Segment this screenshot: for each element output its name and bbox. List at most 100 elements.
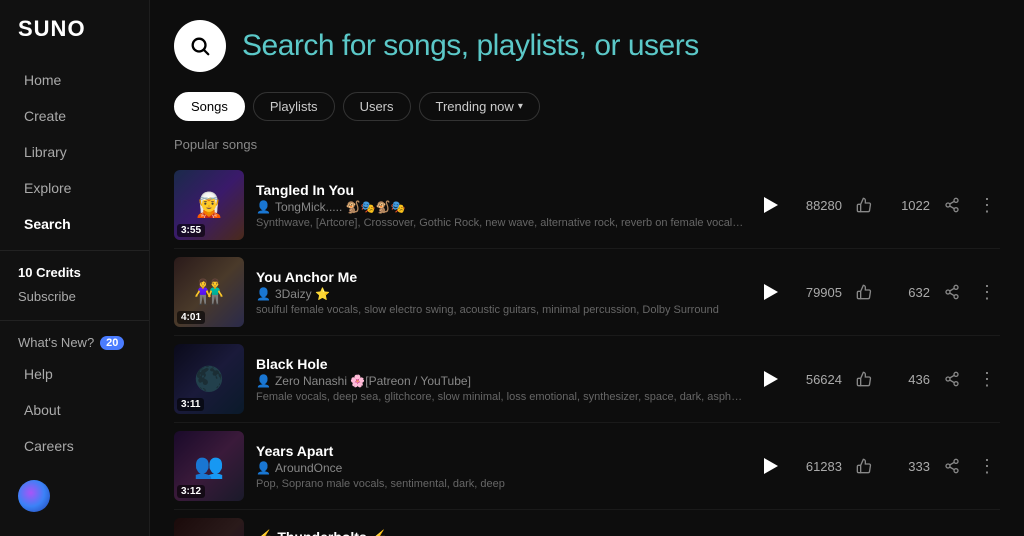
song-artist-4: 👤 AroundOnce: [256, 461, 744, 475]
song-duration-2: 4:01: [177, 311, 205, 324]
credits-divider: [0, 320, 149, 321]
like-button-2[interactable]: [856, 284, 872, 300]
search-icon-circle[interactable]: [174, 20, 226, 72]
section-label: Popular songs: [174, 137, 1000, 152]
song-tags-2: soulful female vocals, slow electro swin…: [256, 304, 744, 316]
like-button-3[interactable]: [856, 371, 872, 387]
whatsnew-badge: 20: [100, 336, 124, 350]
nav-divider: [0, 250, 149, 251]
like-count-1: 1022: [886, 198, 930, 213]
song-list: 🧝 3:55 Tangled In You 👤 TongMick..... 🐒🎭…: [174, 162, 1000, 536]
play-triangle-2: [764, 284, 778, 300]
like-count-3: 436: [886, 372, 930, 387]
song-row-2: 👫 4:01 You Anchor Me 👤 3Daizy ⭐ soulful …: [174, 249, 1000, 336]
song-title-4: Years Apart: [256, 443, 744, 459]
tab-users[interactable]: Users: [343, 92, 411, 121]
share-icon: [944, 458, 960, 474]
song-actions-1: 88280 1022 ⋮: [756, 191, 1000, 219]
song-thumb-1: 🧝 3:55: [174, 170, 244, 240]
sidebar-item-help[interactable]: Help: [6, 357, 143, 391]
explore-label: Explore: [24, 180, 71, 196]
about-label: About: [24, 402, 61, 418]
search-label: Search: [24, 216, 71, 232]
tab-playlists[interactable]: Playlists: [253, 92, 335, 121]
sidebar-bottom: [0, 464, 149, 524]
song-row-4: 👥 3:12 Years Apart 👤 AroundOnce Pop, Sop…: [174, 423, 1000, 510]
share-icon: [944, 284, 960, 300]
song-artist-2: 👤 3Daizy ⭐: [256, 287, 744, 301]
artist-icon-4: 👤: [256, 461, 271, 475]
sidebar-item-about[interactable]: About: [6, 393, 143, 427]
song-actions-2: 79905 632 ⋮: [756, 278, 1000, 306]
whatsnew-label: What's New?: [18, 335, 94, 350]
create-label: Create: [24, 108, 66, 124]
library-label: Library: [24, 144, 67, 160]
song-row-3: 🌑 3:11 Black Hole 👤 Zero Nanashi 🌸[Patre…: [174, 336, 1000, 423]
song-info-1: Tangled In You 👤 TongMick..... 🐒🎭🐒🎭 Synt…: [256, 182, 744, 229]
tab-songs[interactable]: Songs: [174, 92, 245, 121]
filter-tabs: Songs Playlists Users Trending now ▾: [174, 92, 1000, 121]
sidebar-item-home[interactable]: Home: [6, 63, 143, 97]
song-tags-1: Synthwave, [Artcore], Crossover, Gothic …: [256, 217, 744, 229]
sidebar-item-create[interactable]: Create: [6, 99, 143, 133]
song-info-5: ⚡ Thunderbolts ⚡ 👤 Zero Nanashi 🌸[Patreo…: [256, 529, 744, 536]
more-button-2[interactable]: ⋮: [974, 282, 1000, 303]
play-triangle-4: [764, 458, 778, 474]
share-button-1[interactable]: [944, 197, 960, 213]
play-triangle-1: [764, 197, 778, 213]
song-duration-1: 3:55: [177, 224, 205, 237]
chevron-down-icon: ▾: [518, 101, 523, 112]
more-button-3[interactable]: ⋮: [974, 369, 1000, 390]
song-artist-3: 👤 Zero Nanashi 🌸[Patreon / YouTube]: [256, 374, 744, 388]
sidebar-item-explore[interactable]: Explore: [6, 171, 143, 205]
like-count-2: 632: [886, 285, 930, 300]
share-button-3[interactable]: [944, 371, 960, 387]
sidebar-item-library[interactable]: Library: [6, 135, 143, 169]
sidebar-nav: Home Create Library Explore Search 10 Cr…: [0, 62, 149, 464]
sidebar-item-search[interactable]: Search: [6, 207, 143, 241]
like-button-4[interactable]: [856, 458, 872, 474]
like-button-1[interactable]: [856, 197, 872, 213]
share-icon: [944, 371, 960, 387]
trending-label: Trending now: [436, 99, 514, 114]
artist-icon-3: 👤: [256, 374, 271, 388]
share-icon: [944, 197, 960, 213]
play-count-2: 79905: [798, 285, 842, 300]
song-tags-3: Female vocals, deep sea, glitchcore, slo…: [256, 391, 744, 403]
play-button-3[interactable]: [756, 365, 784, 393]
search-title: Search for songs, playlists, or users: [242, 29, 699, 63]
play-count-1: 88280: [798, 198, 842, 213]
careers-label: Careers: [24, 438, 74, 454]
main-content: Search for songs, playlists, or users So…: [150, 0, 1024, 536]
play-triangle-3: [764, 371, 778, 387]
song-thumb-2: 👫 4:01: [174, 257, 244, 327]
more-button-4[interactable]: ⋮: [974, 456, 1000, 477]
song-title-1: Tangled In You: [256, 182, 744, 198]
play-button-4[interactable]: [756, 452, 784, 480]
song-thumb-3: 🌑 3:11: [174, 344, 244, 414]
tab-trending[interactable]: Trending now ▾: [419, 92, 540, 121]
song-duration-4: 3:12: [177, 485, 205, 498]
song-title-3: Black Hole: [256, 356, 744, 372]
sidebar-item-careers[interactable]: Careers: [6, 429, 143, 463]
avatar[interactable]: [18, 480, 50, 512]
thumbs-up-icon: [856, 458, 872, 474]
play-count-3: 56624: [798, 372, 842, 387]
subscribe-link[interactable]: Subscribe: [0, 286, 149, 312]
help-label: Help: [24, 366, 53, 382]
song-duration-3: 3:11: [177, 398, 204, 411]
sidebar: SUNO Home Create Library Explore Search …: [0, 0, 150, 536]
song-actions-4: 61283 333 ⋮: [756, 452, 1000, 480]
more-button-1[interactable]: ⋮: [974, 195, 1000, 216]
whatsnew-item[interactable]: What's New? 20: [0, 329, 149, 356]
song-actions-3: 56624 436 ⋮: [756, 365, 1000, 393]
share-button-2[interactable]: [944, 284, 960, 300]
song-title-5: ⚡ Thunderbolts ⚡: [256, 529, 744, 536]
thumbs-up-icon: [856, 371, 872, 387]
search-header: Search for songs, playlists, or users: [174, 20, 1000, 72]
song-info-4: Years Apart 👤 AroundOnce Pop, Soprano ma…: [256, 443, 744, 490]
play-button-2[interactable]: [756, 278, 784, 306]
play-button-1[interactable]: [756, 191, 784, 219]
credits-link[interactable]: 10 Credits: [0, 259, 149, 286]
share-button-4[interactable]: [944, 458, 960, 474]
